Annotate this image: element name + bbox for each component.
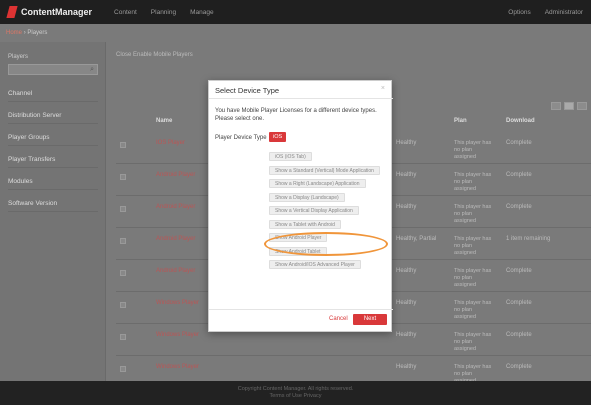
- pager-prev[interactable]: [551, 102, 561, 110]
- breadcrumb: Home › Players: [6, 30, 48, 36]
- col-plan[interactable]: Plan: [454, 118, 467, 124]
- player-name[interactable]: Android Player: [156, 204, 195, 210]
- sidebar-item-distribution-server[interactable]: Distribution Server: [8, 112, 98, 124]
- annotation-highlight-ring: [264, 232, 388, 256]
- sidebar-item-software-version[interactable]: Software Version: [8, 200, 98, 212]
- top-navbar: ContentManager Content Planning Manage O…: [0, 0, 591, 24]
- player-plan: This player has no plan assigned: [454, 300, 492, 320]
- player-status: Healthy: [396, 300, 417, 306]
- sidebar-item-modules[interactable]: Modules: [8, 178, 98, 190]
- player-name[interactable]: Windows Player: [156, 364, 199, 370]
- player-name[interactable]: Android Player: [156, 236, 195, 242]
- device-type-option[interactable]: Show a Standard (Vertical) Mode Applicat…: [269, 165, 380, 175]
- device-type-option[interactable]: Show a Right (Landscape) Application: [269, 179, 366, 188]
- device-type-option[interactable]: Show a Vertical Display Application: [269, 206, 359, 215]
- footer-links[interactable]: Terms of Use Privacy: [0, 393, 591, 400]
- player-status: Healthy: [396, 204, 417, 210]
- player-status: Healthy: [396, 172, 417, 178]
- brand-name[interactable]: ContentManager: [21, 7, 92, 17]
- player-status: Healthy: [396, 332, 417, 338]
- player-download: Complete: [506, 332, 532, 338]
- player-download: Complete: [506, 364, 532, 370]
- player-status: Healthy, Partial: [396, 236, 437, 242]
- breadcrumb-home[interactable]: Home: [6, 30, 22, 36]
- pager-current[interactable]: [564, 102, 574, 110]
- pager-next[interactable]: [577, 102, 587, 110]
- player-plan: This player has no plan assigned: [454, 172, 492, 192]
- player-status: Healthy: [396, 140, 417, 146]
- player-name[interactable]: Android Player: [156, 268, 195, 274]
- player-download: Complete: [506, 300, 532, 306]
- player-download: Complete: [506, 268, 532, 274]
- player-download: 1 item remaining: [506, 236, 551, 242]
- player-name[interactable]: IOS Player: [156, 140, 185, 146]
- device-type-option[interactable]: iOS (iOS Tab): [269, 152, 312, 161]
- player-name[interactable]: Windows Player: [156, 300, 199, 306]
- sidebar-item-player-transfers[interactable]: Player Transfers: [8, 156, 98, 168]
- player-status: Healthy: [396, 364, 417, 370]
- footer-copyright: Copyright Content Manager. All rights re…: [237, 386, 354, 392]
- player-name[interactable]: Android Player: [156, 172, 195, 178]
- cancel-button[interactable]: Cancel: [329, 316, 348, 322]
- row-checkbox[interactable]: [120, 174, 126, 180]
- nav-planning[interactable]: Planning: [151, 9, 176, 16]
- player-status: Healthy: [396, 268, 417, 274]
- main-toolbar[interactable]: Close Enable Mobile Players: [116, 52, 193, 58]
- sidebar-label: Players: [8, 54, 29, 60]
- player-name[interactable]: Windows Player: [156, 332, 199, 338]
- row-checkbox[interactable]: [120, 142, 126, 148]
- nav-content[interactable]: Content: [114, 9, 137, 16]
- sidebar-item-player-groups[interactable]: Player Groups: [8, 134, 98, 146]
- modal-message: You have Mobile Player Licenses for a di…: [215, 108, 377, 122]
- row-checkbox[interactable]: [120, 238, 126, 244]
- device-type-label: Player Device Type: [215, 135, 267, 141]
- search-icon[interactable]: ⌕: [90, 66, 94, 74]
- col-download[interactable]: Download: [506, 118, 535, 124]
- row-checkbox[interactable]: [120, 334, 126, 340]
- row-checkbox[interactable]: [120, 270, 126, 276]
- brand-logo-icon[interactable]: [6, 6, 18, 18]
- page-footer: Copyright Content Manager. All rights re…: [0, 381, 591, 405]
- options-link[interactable]: Options: [508, 9, 530, 16]
- sidebar: Players ⌕ Channel Distribution Server Pl…: [0, 42, 106, 381]
- modal-title: Select Device Type: [215, 86, 280, 95]
- device-type-selected[interactable]: iOS: [269, 132, 287, 142]
- device-type-option[interactable]: Show a Tablet with Android: [269, 219, 341, 229]
- next-button[interactable]: Next: [353, 314, 387, 325]
- close-icon[interactable]: ×: [381, 85, 385, 92]
- user-menu[interactable]: Administrator: [545, 9, 583, 16]
- select-device-type-modal: Select Device Type × You have Mobile Pla…: [208, 80, 393, 332]
- pagination: [551, 102, 587, 110]
- player-plan: This player has no plan assigned: [454, 204, 492, 224]
- device-type-option[interactable]: Show a Display (Landscape): [269, 192, 345, 202]
- row-checkbox[interactable]: [120, 302, 126, 308]
- modal-footer-divider: [209, 309, 393, 310]
- modal-header: Select Device Type ×: [209, 81, 393, 99]
- sidebar-search-input[interactable]: ⌕: [8, 64, 98, 75]
- player-plan: This player has no plan assigned: [454, 140, 492, 160]
- player-plan: This player has no plan assigned: [454, 236, 492, 256]
- row-checkbox[interactable]: [120, 366, 126, 372]
- player-plan: This player has no plan assigned: [454, 332, 492, 352]
- player-download: Complete: [506, 140, 532, 146]
- row-checkbox[interactable]: [120, 206, 126, 212]
- nav-manage[interactable]: Manage: [190, 9, 214, 16]
- sidebar-item-channel[interactable]: Channel: [8, 90, 98, 102]
- player-download: Complete: [506, 172, 532, 178]
- player-plan: This player has no plan assigned: [454, 268, 492, 288]
- player-download: Complete: [506, 204, 532, 210]
- breadcrumb-current: Players: [27, 30, 48, 36]
- col-name[interactable]: Name: [156, 118, 172, 124]
- device-type-option[interactable]: Show Android/IOS Advanced Player: [269, 260, 361, 269]
